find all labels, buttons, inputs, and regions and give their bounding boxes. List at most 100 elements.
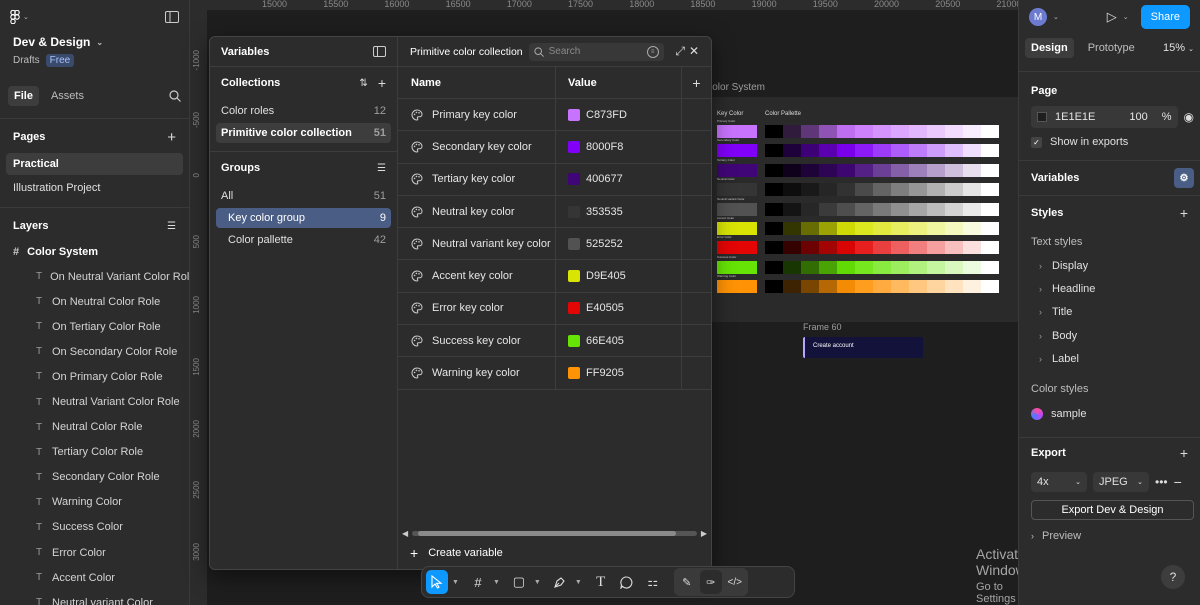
palette-swatch[interactable]: [909, 241, 927, 255]
layer-item[interactable]: T On Secondary Color Role: [0, 339, 189, 364]
layer-item[interactable]: T On Neutral Color Role: [0, 289, 189, 314]
palette-swatch[interactable]: [873, 183, 891, 197]
frame-tool-button[interactable]: #: [467, 570, 489, 594]
color-row[interactable]: [717, 241, 999, 255]
palette-swatch[interactable]: [783, 144, 801, 158]
palette-swatch[interactable]: [765, 125, 783, 138]
layer-item[interactable]: T Secondary Color Role: [0, 465, 189, 490]
variable-row[interactable]: Tertiary key color 400677: [398, 163, 711, 196]
palette-swatch[interactable]: [945, 202, 963, 216]
palette-swatch[interactable]: [837, 222, 855, 235]
layer-item[interactable]: T Tertiary Color Role: [0, 440, 189, 465]
color-row[interactable]: [717, 183, 999, 197]
export-scale-select[interactable]: 4x ⌄: [1031, 471, 1087, 492]
chevron-down-icon[interactable]: ▼: [534, 579, 541, 586]
palette-swatch[interactable]: [873, 260, 891, 274]
variable-name-cell[interactable]: Accent key color: [398, 260, 556, 292]
filter-icon[interactable]: ≡: [646, 45, 659, 58]
variable-name-cell[interactable]: Error key color: [398, 292, 556, 325]
add-export-icon[interactable]: +: [1180, 445, 1188, 461]
scrollbar-thumb[interactable]: [418, 530, 677, 536]
palette-swatch[interactable]: [855, 260, 873, 274]
variable-color-swatch[interactable]: [568, 108, 580, 121]
key-color-swatch[interactable]: [717, 163, 757, 177]
show-in-exports-checkbox[interactable]: ✓: [1031, 136, 1042, 148]
actions-button[interactable]: ⚏: [642, 570, 664, 594]
layer-item[interactable]: T Neutral Color Role: [0, 415, 189, 440]
shape-tool-button[interactable]: ▢: [508, 570, 530, 594]
palette-swatch[interactable]: [927, 183, 945, 197]
export-button[interactable]: Export Dev & Design: [1031, 499, 1194, 520]
group-item-color-pallette[interactable]: Color pallette 42: [216, 230, 391, 250]
toggle-sidebar-icon[interactable]: [165, 11, 179, 23]
palette-swatch[interactable]: [765, 241, 783, 255]
palette-swatch[interactable]: [927, 202, 945, 216]
color-row[interactable]: [717, 222, 999, 235]
frame-title-color-system[interactable]: Color System: [705, 82, 765, 93]
text-tool-button[interactable]: T: [590, 570, 612, 594]
palette-swatch[interactable]: [963, 125, 981, 138]
group-item-all[interactable]: All 51: [216, 186, 391, 206]
variable-name-cell[interactable]: Warning key color: [398, 357, 556, 389]
variable-row[interactable]: Error key color E40505: [398, 292, 711, 326]
variable-name-cell[interactable]: Secondary key color: [398, 131, 556, 163]
layer-item[interactable]: T On Neutral Variant Color Role: [0, 264, 189, 289]
move-tool-button[interactable]: [426, 570, 448, 594]
variable-color-swatch[interactable]: [568, 334, 580, 347]
key-color-swatch[interactable]: [717, 125, 757, 138]
variable-name-cell[interactable]: Primary key color: [398, 99, 556, 131]
palette-swatch[interactable]: [801, 183, 819, 197]
palette-swatch[interactable]: [927, 163, 945, 177]
group-item-key-color-group[interactable]: Key color group 9: [216, 208, 391, 228]
palette-swatch[interactable]: [873, 163, 891, 177]
toggle-sidebar-icon[interactable]: [373, 46, 386, 57]
create-variable-button[interactable]: + Create variable: [410, 545, 503, 561]
variable-row[interactable]: Success key color 66E405: [398, 325, 711, 358]
add-page-icon[interactable]: +: [167, 129, 176, 146]
palette-swatch[interactable]: [945, 144, 963, 158]
chevron-down-icon[interactable]: ▼: [493, 579, 500, 586]
key-color-swatch[interactable]: [717, 241, 757, 255]
palette-swatch[interactable]: [819, 280, 837, 294]
avatar[interactable]: M: [1029, 8, 1047, 26]
comment-tool-button[interactable]: [616, 570, 638, 594]
collection-item-color-roles[interactable]: Color roles 12: [216, 101, 391, 121]
text-style-item[interactable]: › Headline: [1019, 277, 1200, 300]
collapse-layers-icon[interactable]: ☰: [167, 221, 176, 232]
eye-icon[interactable]: ◉: [1184, 110, 1194, 124]
chevron-down-icon[interactable]: ⌄: [1053, 13, 1059, 21]
variable-color-swatch[interactable]: [568, 237, 580, 250]
palette-swatch[interactable]: [837, 125, 855, 138]
variable-value-cell[interactable]: 353535: [556, 195, 682, 228]
layer-item[interactable]: T On Tertiary Color Role: [0, 314, 189, 339]
key-color-swatch[interactable]: [717, 280, 757, 294]
page-color-field[interactable]: 1E1E1E 100 %: [1031, 106, 1178, 128]
variable-value-cell[interactable]: C873FD: [556, 99, 682, 131]
palette-swatch[interactable]: [963, 163, 981, 177]
palette-swatch[interactable]: [801, 260, 819, 274]
palette-swatch[interactable]: [783, 280, 801, 294]
palette-swatch[interactable]: [981, 183, 999, 197]
palette-swatch[interactable]: [837, 183, 855, 197]
collapse-groups-icon[interactable]: ☰: [377, 163, 386, 174]
variable-row[interactable]: Accent key color D9E405: [398, 260, 711, 293]
variable-value-cell[interactable]: E40505: [556, 292, 682, 325]
palette-swatch[interactable]: [855, 202, 873, 216]
palette-swatch[interactable]: [855, 222, 873, 235]
chevron-down-icon[interactable]: ▼: [452, 579, 459, 586]
variable-value-cell[interactable]: 400677: [556, 163, 682, 195]
layer-item[interactable]: T Accent Color: [0, 565, 189, 590]
scroll-left-icon[interactable]: ◀: [402, 529, 408, 538]
palette-swatch[interactable]: [981, 280, 999, 294]
palette-swatch[interactable]: [927, 222, 945, 235]
variable-name-cell[interactable]: Neutral key color: [398, 195, 556, 228]
palette-swatch[interactable]: [765, 260, 783, 274]
palette-swatch[interactable]: [837, 163, 855, 177]
palette-swatch[interactable]: [945, 125, 963, 138]
palette-swatch[interactable]: [963, 183, 981, 197]
layer-item[interactable]: T Success Color: [0, 515, 189, 540]
variable-color-swatch[interactable]: [568, 140, 580, 153]
palette-swatch[interactable]: [963, 241, 981, 255]
frame60-label[interactable]: Frame 60: [803, 322, 842, 332]
palette-swatch[interactable]: [873, 144, 891, 158]
